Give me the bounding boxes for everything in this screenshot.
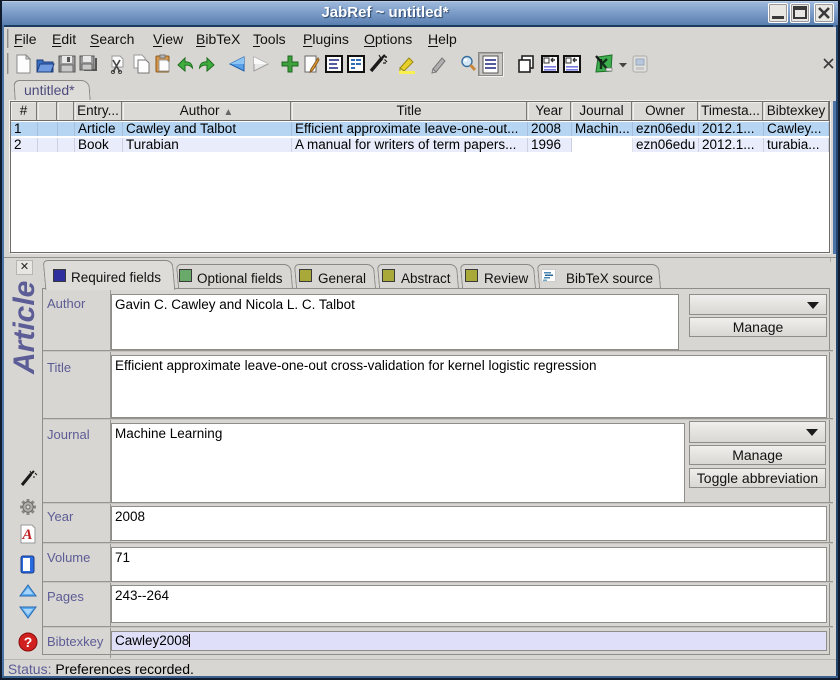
svg-text:A: A bbox=[21, 527, 32, 543]
svg-text:?: ? bbox=[24, 634, 33, 650]
